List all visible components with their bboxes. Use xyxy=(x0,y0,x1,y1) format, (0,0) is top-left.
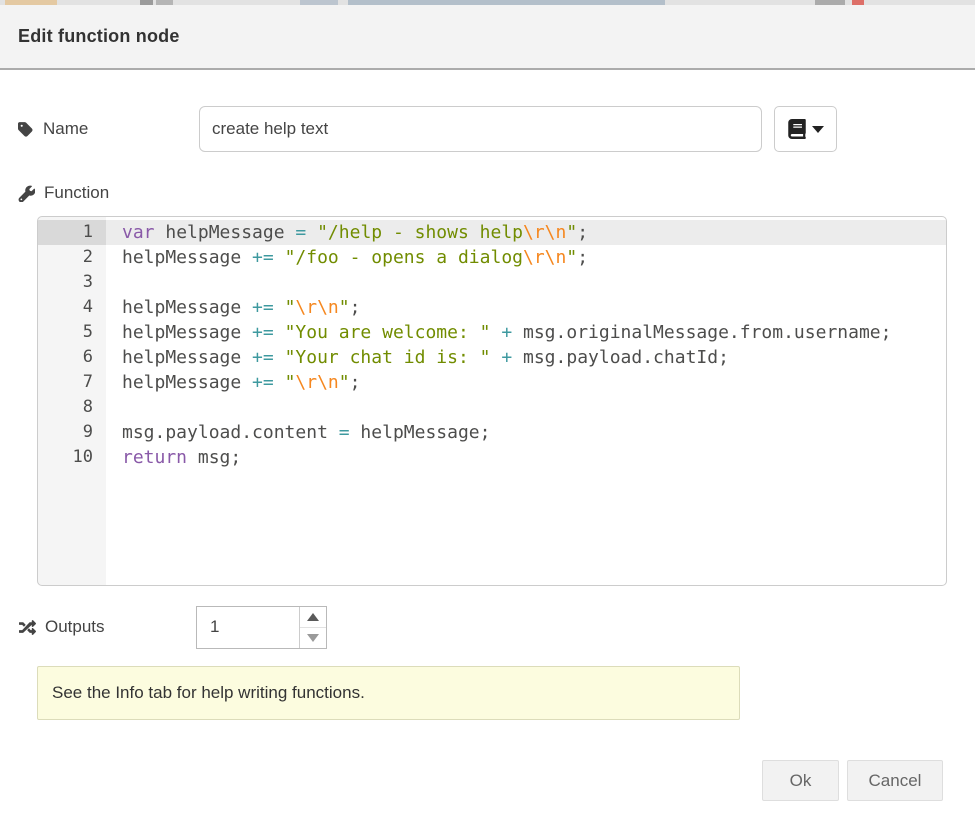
code-line[interactable]: 8 xyxy=(38,395,946,420)
code-text: helpMessage += "Your chat id is: " + msg… xyxy=(106,345,729,370)
name-input[interactable] xyxy=(199,106,762,152)
dialog-header: Edit function node xyxy=(0,5,975,70)
backdrop-node-fragment xyxy=(156,0,173,5)
name-label-text: Name xyxy=(43,119,88,139)
code-text: msg.payload.content = helpMessage; xyxy=(106,420,490,445)
function-label-text: Function xyxy=(44,183,109,203)
ok-button[interactable]: Ok xyxy=(762,760,839,801)
line-number: 4 xyxy=(38,295,106,320)
cancel-button[interactable]: Cancel xyxy=(847,760,943,801)
spinner-down-button[interactable] xyxy=(300,628,326,648)
form-tip: See the Info tab for help writing functi… xyxy=(37,666,740,720)
line-number: 5 xyxy=(38,320,106,345)
line-number: 1 xyxy=(38,220,106,245)
code-lines: 1var helpMessage = "/help - shows help\r… xyxy=(38,217,946,470)
outputs-label: Outputs xyxy=(18,617,196,637)
code-line[interactable]: 3 xyxy=(38,270,946,295)
backdrop-node-fragment xyxy=(852,0,864,5)
outputs-input[interactable] xyxy=(197,607,299,648)
code-line[interactable]: 10return msg; xyxy=(38,445,946,470)
backdrop-node-fragment xyxy=(140,0,153,5)
dialog-title: Edit function node xyxy=(18,26,180,47)
name-label: Name xyxy=(18,119,199,139)
code-text: helpMessage += "\r\n"; xyxy=(106,370,360,395)
spinner-buttons xyxy=(299,607,326,648)
code-text xyxy=(106,395,122,420)
caret-down-icon xyxy=(812,126,824,133)
edit-function-node-dialog: Edit function node Name Function xyxy=(0,0,975,815)
code-line[interactable]: 5helpMessage += "You are welcome: " + ms… xyxy=(38,320,946,345)
backdrop-node-fragment xyxy=(5,0,57,5)
name-row: Name xyxy=(18,106,975,152)
dialog-footer: Ok Cancel xyxy=(762,760,943,801)
shuffle-icon xyxy=(18,619,37,636)
code-line[interactable]: 1var helpMessage = "/help - shows help\r… xyxy=(38,220,946,245)
wrench-icon xyxy=(18,185,35,202)
code-editor[interactable]: 1var helpMessage = "/help - shows help\r… xyxy=(37,216,947,586)
caret-down-icon xyxy=(307,634,319,642)
dialog-body: Name Function 1var helpMessage = "/help … xyxy=(0,106,975,720)
code-text: var helpMessage = "/help - shows help\r\… xyxy=(106,220,588,245)
line-number: 8 xyxy=(38,395,106,420)
library-button[interactable] xyxy=(774,106,837,152)
code-line[interactable]: 6helpMessage += "Your chat id is: " + ms… xyxy=(38,345,946,370)
form-tip-text: See the Info tab for help writing functi… xyxy=(52,683,365,703)
outputs-spinner xyxy=(196,606,327,649)
line-number: 3 xyxy=(38,270,106,295)
line-number: 10 xyxy=(38,445,106,470)
code-text xyxy=(106,270,122,295)
line-number: 6 xyxy=(38,345,106,370)
spinner-up-button[interactable] xyxy=(300,607,326,628)
background-canvas-peek xyxy=(0,0,975,5)
code-text: return msg; xyxy=(106,445,241,470)
code-line[interactable]: 9msg.payload.content = helpMessage; xyxy=(38,420,946,445)
code-line[interactable]: 4helpMessage += "\r\n"; xyxy=(38,295,946,320)
line-number: 2 xyxy=(38,245,106,270)
book-icon xyxy=(788,119,806,139)
code-text: helpMessage += "/foo - opens a dialog\r\… xyxy=(106,245,588,270)
code-text: helpMessage += "\r\n"; xyxy=(106,295,360,320)
code-line[interactable]: 7helpMessage += "\r\n"; xyxy=(38,370,946,395)
backdrop-node-fragment xyxy=(348,0,665,5)
line-number: 9 xyxy=(38,420,106,445)
tag-icon xyxy=(18,121,35,138)
caret-up-icon xyxy=(307,613,319,621)
function-label: Function xyxy=(18,182,975,204)
code-line[interactable]: 2helpMessage += "/foo - opens a dialog\r… xyxy=(38,245,946,270)
line-number: 7 xyxy=(38,370,106,395)
outputs-label-text: Outputs xyxy=(45,617,105,637)
backdrop-node-fragment xyxy=(300,0,338,5)
code-text: helpMessage += "You are welcome: " + msg… xyxy=(106,320,891,345)
backdrop-node-fragment xyxy=(815,0,845,5)
outputs-row: Outputs xyxy=(18,605,975,649)
